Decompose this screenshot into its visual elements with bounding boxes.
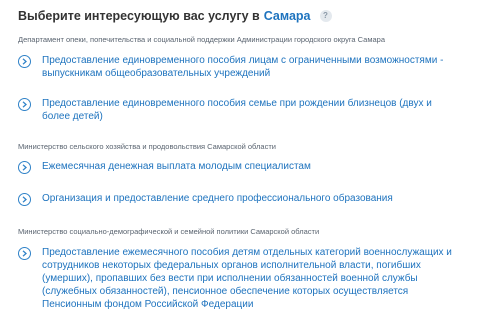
chevron-right-circle-icon [18, 193, 31, 206]
service-link-label: Предоставление ежемесячного пособия детя… [42, 247, 452, 310]
service-link-label: Предоставление единовременного пособия л… [42, 55, 444, 79]
question-icon[interactable]: ? [319, 10, 332, 22]
page-header: Выберите интересующую вас услугу в Самар… [18, 9, 332, 23]
department-heading: Департамент опеки, попечительства и соци… [18, 35, 385, 44]
service-link-label: Предоставление единовременного пособия с… [42, 98, 432, 122]
service-link[interactable]: Предоставление единовременного пособия л… [18, 54, 458, 80]
service-link[interactable]: Ежемесячная денежная выплата молодым спе… [18, 160, 458, 174]
chevron-right-circle-icon [18, 98, 31, 111]
service-link[interactable]: Предоставление единовременного пособия с… [18, 97, 458, 123]
city-selector-link[interactable]: Самара [264, 9, 311, 23]
chevron-right-circle-icon [18, 247, 31, 260]
department-heading: Министерство сельского хозяйства и продо… [18, 142, 276, 151]
department-heading: Министерство социально-демографической и… [18, 227, 320, 236]
page-title: Выберите интересующую вас услугу в [18, 9, 260, 23]
service-link-label: Ежемесячная денежная выплата молодым спе… [42, 161, 311, 172]
service-link[interactable]: Предоставление ежемесячного пособия детя… [18, 246, 458, 311]
service-link-label: Организация и предоставление среднего пр… [42, 193, 393, 204]
chevron-right-circle-icon [18, 161, 31, 174]
chevron-right-circle-icon [18, 55, 31, 68]
service-link[interactable]: Организация и предоставление среднего пр… [18, 192, 458, 206]
